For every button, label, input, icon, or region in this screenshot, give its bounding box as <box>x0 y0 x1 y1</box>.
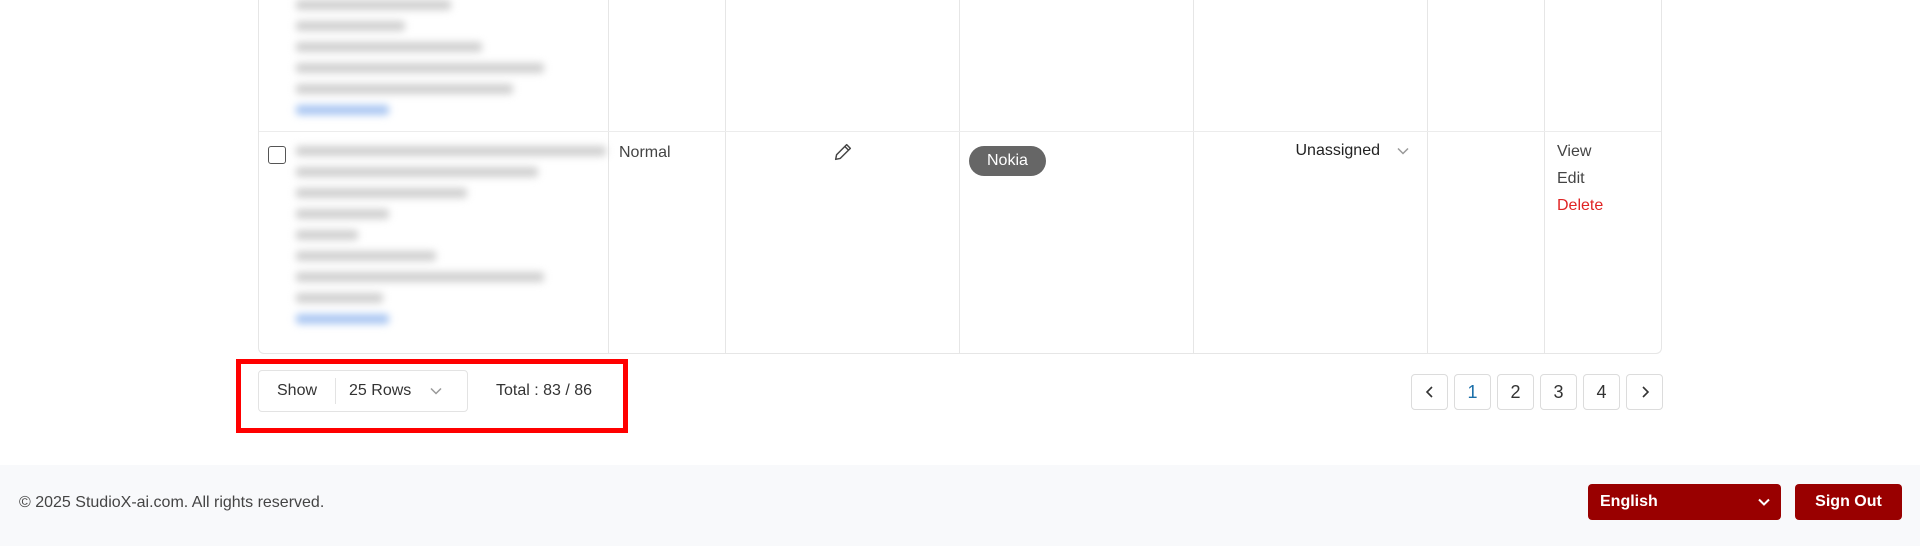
chevron-down-icon <box>1397 147 1409 155</box>
sign-out-button[interactable]: Sign Out <box>1795 484 1902 520</box>
chevron-down-icon <box>430 387 442 395</box>
tag-badge: Nokia <box>969 146 1046 176</box>
pencil-icon[interactable] <box>832 141 854 163</box>
language-value: English <box>1600 493 1658 510</box>
chevron-right-icon <box>1641 386 1649 398</box>
column-divider <box>959 0 960 353</box>
assignee-value: Unassigned <box>1295 142 1381 159</box>
column-divider <box>608 0 609 353</box>
row-divider <box>259 131 1661 132</box>
column-divider <box>1427 0 1428 353</box>
pagination: 1 2 3 4 <box>1411 374 1663 410</box>
total-count: Total : 83 / 86 <box>496 382 593 399</box>
rows-per-page: Show 25 Rows <box>258 370 468 412</box>
blurred-content <box>296 146 606 335</box>
copyright-text: © 2025 StudioX-ai.com. All rights reserv… <box>19 494 325 511</box>
rows-value: 25 Rows <box>349 382 412 399</box>
row-checkbox[interactable] <box>268 146 286 164</box>
column-divider <box>725 0 726 353</box>
prev-page-button[interactable] <box>1411 374 1448 410</box>
language-select[interactable]: English <box>1588 484 1781 520</box>
next-page-button[interactable] <box>1626 374 1663 410</box>
chevron-left-icon <box>1425 386 1433 398</box>
edit-link[interactable]: Edit <box>1557 170 1585 188</box>
column-divider <box>1193 0 1194 353</box>
page-1-button[interactable]: 1 <box>1454 374 1491 410</box>
rows-select[interactable]: 25 Rows <box>336 382 467 400</box>
page: Normal Nokia Unassigned View Edit Delete… <box>0 0 1920 546</box>
priority-cell: Normal <box>619 144 671 161</box>
column-divider <box>1544 0 1545 353</box>
show-label: Show <box>259 378 337 404</box>
page-3-button[interactable]: 3 <box>1540 374 1577 410</box>
delete-link[interactable]: Delete <box>1557 197 1603 215</box>
view-link[interactable]: View <box>1557 143 1591 161</box>
assignee-dropdown[interactable]: Unassigned <box>1280 142 1410 160</box>
chevron-down-icon <box>1758 498 1770 506</box>
page-2-button[interactable]: 2 <box>1497 374 1534 410</box>
page-4-button[interactable]: 4 <box>1583 374 1620 410</box>
blurred-content <box>296 0 606 126</box>
